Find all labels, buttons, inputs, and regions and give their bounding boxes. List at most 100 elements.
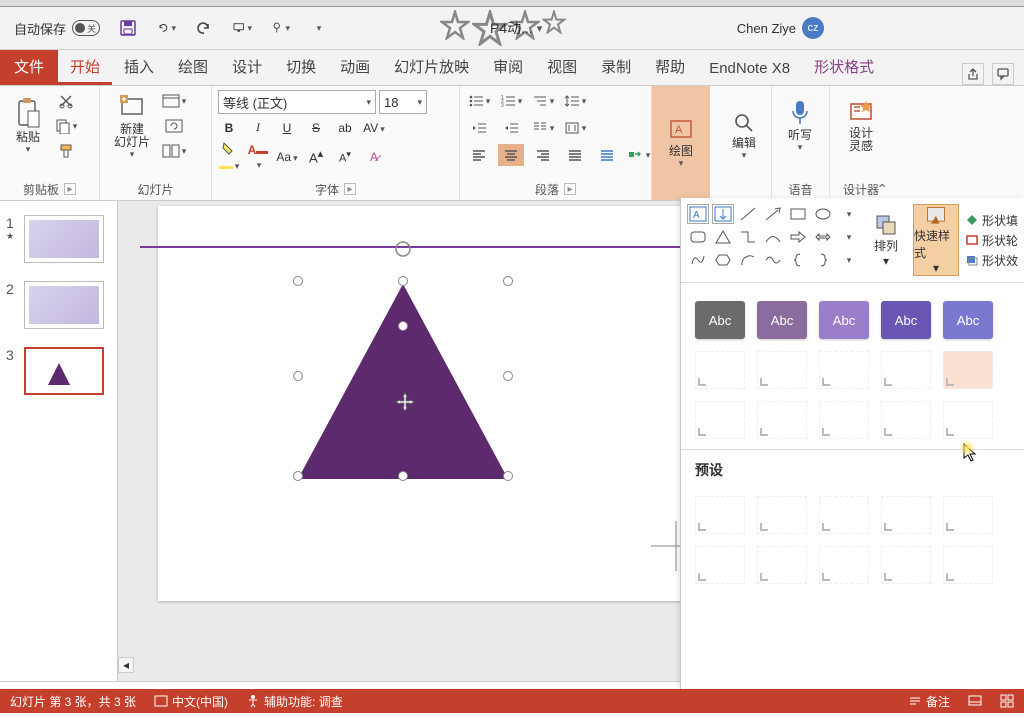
gallery-scroll-icon[interactable]: ▾ — [837, 227, 859, 247]
tab-record[interactable]: 录制 — [589, 49, 643, 85]
text-direction-button[interactable]: ▾ — [562, 117, 588, 139]
dialog-launcher-icon[interactable]: ▸ — [64, 183, 76, 195]
triangle-icon[interactable] — [298, 284, 508, 479]
change-case-button[interactable]: Aa▾ — [276, 150, 298, 164]
right-arrow-icon[interactable] — [787, 227, 809, 247]
align-right-button[interactable] — [530, 144, 556, 166]
decrease-indent-button[interactable] — [466, 117, 492, 139]
oval-icon[interactable] — [812, 204, 834, 224]
swatch-empty[interactable] — [819, 351, 869, 389]
tab-draw[interactable]: 绘图 — [166, 49, 220, 85]
arrange-button[interactable]: 排列▾ — [863, 204, 909, 276]
preset-swatch[interactable] — [757, 496, 807, 534]
preset-swatch[interactable] — [819, 546, 869, 584]
justify-button[interactable] — [562, 144, 588, 166]
swatch-empty[interactable] — [881, 351, 931, 389]
preset-swatch[interactable] — [881, 496, 931, 534]
preset-swatch[interactable] — [757, 546, 807, 584]
document-name[interactable]: P4动...▾ — [490, 18, 542, 38]
shape-effects-button[interactable]: 形状效 — [965, 252, 1018, 269]
undo-icon[interactable]: ▾ — [156, 18, 176, 38]
highlight-button[interactable]: ▾ — [218, 141, 240, 172]
design-ideas-button[interactable]: 设计 灵感 — [836, 90, 886, 162]
toggle-off-icon[interactable] — [72, 20, 100, 36]
selected-triangle-shape[interactable] — [298, 276, 508, 479]
bullets-button[interactable]: ▾ — [466, 90, 492, 112]
preset-swatch[interactable] — [695, 546, 745, 584]
from-beginning-icon[interactable]: ▾ — [232, 18, 252, 38]
elbow-connector-icon[interactable] — [737, 227, 759, 247]
tab-insert[interactable]: 插入 — [112, 49, 166, 85]
section-icon[interactable]: ▾ — [160, 140, 188, 162]
arrow-line-icon[interactable] — [762, 204, 784, 224]
textbox-horizontal-icon[interactable]: A — [687, 204, 709, 224]
strike-button[interactable]: S — [305, 121, 327, 135]
scroll-left-icon[interactable]: ◂ — [118, 657, 134, 673]
align-center-button[interactable] — [498, 144, 524, 166]
user-account[interactable]: Chen Ziye cz — [737, 17, 824, 39]
quick-styles-button[interactable]: 快速样式▾ — [913, 204, 959, 276]
curve-icon[interactable] — [762, 250, 784, 270]
swatch-3[interactable]: Abc — [819, 301, 869, 339]
new-slide-button[interactable]: 新建 幻灯片▾ — [106, 90, 158, 162]
find-button[interactable]: 编辑▾ — [718, 90, 770, 182]
preset-swatch[interactable] — [819, 496, 869, 534]
swatch-5[interactable]: Abc — [943, 301, 993, 339]
swatch-empty[interactable] — [757, 401, 807, 439]
bold-button[interactable]: B — [218, 121, 240, 135]
hexagon-icon[interactable] — [712, 250, 734, 270]
redo-icon[interactable] — [194, 18, 214, 38]
preset-swatch[interactable] — [695, 496, 745, 534]
rectangle-icon[interactable] — [787, 204, 809, 224]
numbering-button[interactable]: 123▾ — [498, 90, 524, 112]
tab-endnote[interactable]: EndNote X8 — [697, 53, 802, 85]
clear-formatting-button[interactable]: A̷ — [363, 150, 385, 164]
textbox-vertical-icon[interactable] — [712, 204, 734, 224]
gallery-more-icon[interactable]: ▾ — [837, 204, 859, 224]
curved-connector-icon[interactable] — [762, 227, 784, 247]
dialog-launcher-icon[interactable]: ▸ — [344, 183, 356, 195]
collapse-ribbon-icon[interactable]: ⌃ — [876, 181, 888, 198]
accessibility-button[interactable]: 辅助功能: 调查 — [246, 693, 343, 710]
grow-font-button[interactable]: A▴ — [305, 147, 327, 165]
line-icon[interactable] — [737, 204, 759, 224]
gallery-expand-icon[interactable]: ▾ — [837, 250, 859, 270]
cut-icon[interactable] — [52, 90, 80, 112]
swatch-empty[interactable] — [695, 351, 745, 389]
shape-fill-button[interactable]: 形状填 — [965, 212, 1018, 229]
thumbnail-1[interactable]: 1★ — [6, 215, 111, 263]
font-name-combo[interactable]: 等线 (正文)▾ — [218, 90, 376, 114]
underline-button[interactable]: U — [276, 121, 298, 135]
shape-outline-button[interactable]: 形状轮 — [965, 232, 1018, 249]
swatch-empty[interactable] — [881, 401, 931, 439]
font-color-button[interactable]: A▾ — [247, 143, 269, 171]
columns-button[interactable]: ▾ — [530, 117, 556, 139]
rounded-rect-icon[interactable] — [687, 227, 709, 247]
shrink-font-button[interactable]: A▾ — [334, 149, 356, 165]
tab-home[interactable]: 开始 — [58, 49, 112, 85]
slide-thumbnail-panel[interactable]: 1★ 2 3 — [0, 201, 118, 681]
font-size-combo[interactable]: 18▾ — [379, 90, 427, 114]
preset-swatch[interactable] — [943, 496, 993, 534]
slide-canvas[interactable] — [158, 206, 693, 601]
qat-more-icon[interactable]: ▾ — [308, 18, 328, 38]
increase-indent-button[interactable] — [498, 117, 524, 139]
normal-view-icon[interactable] — [968, 694, 982, 708]
preset-swatch[interactable] — [881, 546, 931, 584]
tab-slideshow[interactable]: 幻灯片放映 — [382, 49, 481, 85]
dictate-button[interactable]: 听写▾ — [778, 90, 822, 162]
tab-design[interactable]: 设计 — [220, 49, 274, 85]
swatch-empty[interactable] — [943, 401, 993, 439]
tab-review[interactable]: 审阅 — [481, 49, 535, 85]
tab-help[interactable]: 帮助 — [643, 49, 697, 85]
left-brace-icon[interactable] — [787, 250, 809, 270]
drawing-button[interactable]: A 绘图▾ — [652, 86, 710, 200]
swatch-empty[interactable] — [943, 351, 993, 389]
list-level-button[interactable]: ▾ — [530, 90, 556, 112]
language-button[interactable]: 中文(中国) — [154, 693, 228, 710]
freeform-icon[interactable] — [687, 250, 709, 270]
dialog-launcher-icon[interactable]: ▸ — [564, 183, 576, 195]
reset-icon[interactable] — [160, 115, 188, 137]
swatch-empty[interactable] — [695, 401, 745, 439]
shadow-button[interactable]: ab — [334, 121, 356, 135]
